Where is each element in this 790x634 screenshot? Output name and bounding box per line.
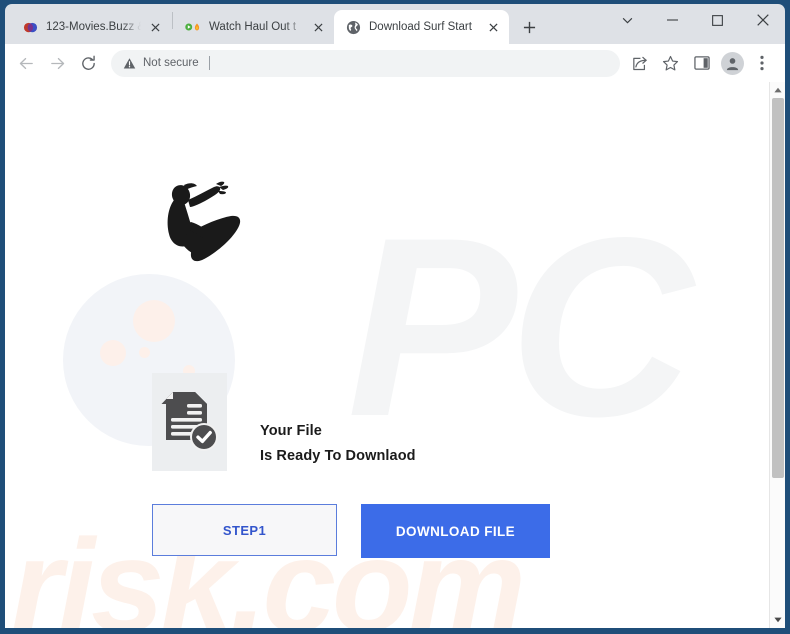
- surfer-silhouette-logo-icon: [148, 174, 253, 272]
- not-secure-label: Not secure: [143, 57, 199, 69]
- window-controls: [605, 4, 785, 44]
- step1-button[interactable]: STEP1: [152, 504, 337, 556]
- decorative-dot: [100, 340, 126, 366]
- browser-tab-watch-haul-out[interactable]: Watch Haul Out t: [174, 10, 334, 44]
- address-input-caret: [208, 56, 210, 70]
- tab-search-chevron-down-icon[interactable]: [605, 4, 650, 36]
- browser-window: 123-Movies.Buzz & 1 Watch Haul Out t: [0, 0, 790, 634]
- browser-toolbar: Not secure: [5, 44, 785, 82]
- three-dot-menu-icon[interactable]: [747, 49, 776, 78]
- tab-title: 123-Movies.Buzz & 1: [46, 21, 141, 33]
- download-file-button[interactable]: DOWNLOAD FILE: [361, 504, 550, 558]
- tab-close-icon[interactable]: [310, 19, 327, 36]
- page-viewport: PC risk.com Your File Is Ready To Downla…: [5, 82, 785, 628]
- play-flame-favicon: [185, 19, 201, 35]
- scrollbar-track[interactable]: [770, 98, 786, 612]
- tab-close-icon[interactable]: [147, 19, 164, 36]
- close-window-button[interactable]: [740, 4, 785, 36]
- scroll-down-arrow-icon[interactable]: [770, 612, 786, 628]
- share-icon[interactable]: [625, 49, 654, 78]
- star-bookmark-icon[interactable]: [656, 49, 685, 78]
- movies-favicon: [22, 19, 38, 35]
- ready-headline: Your File Is Ready To Downlaod: [260, 419, 416, 469]
- minimize-button[interactable]: [650, 4, 695, 36]
- decorative-dot: [139, 347, 150, 358]
- headline-line-2: Is Ready To Downlaod: [260, 448, 416, 464]
- page-scrollbar[interactable]: [769, 82, 785, 628]
- headline-line-1: Your File: [260, 423, 322, 439]
- side-panel-icon[interactable]: [687, 49, 716, 78]
- magnifier-watermark-handle: [76, 357, 163, 449]
- toolbar-right-group: [625, 49, 778, 78]
- new-tab-button[interactable]: [515, 13, 543, 41]
- cta-button-row: STEP1 DOWNLOAD FILE: [152, 504, 550, 558]
- scrollbar-thumb[interactable]: [771, 98, 784, 479]
- maximize-button[interactable]: [695, 4, 740, 36]
- tab-title: Download Surf Start: [369, 21, 472, 33]
- address-bar[interactable]: Not secure: [111, 49, 620, 77]
- globe-favicon: [345, 19, 361, 35]
- tab-close-icon[interactable]: [485, 19, 502, 36]
- watermark-pc: PC: [347, 185, 693, 470]
- scroll-up-arrow-icon[interactable]: [770, 82, 786, 98]
- warning-triangle-icon: [123, 57, 136, 70]
- tab-separator: [172, 11, 173, 29]
- back-arrow-icon[interactable]: [12, 49, 41, 78]
- browser-tab-123movies[interactable]: 123-Movies.Buzz & 1: [11, 10, 171, 44]
- profile-avatar-icon[interactable]: [721, 51, 744, 75]
- forward-arrow-icon[interactable]: [43, 49, 72, 78]
- page-content: PC risk.com Your File Is Ready To Downla…: [5, 82, 769, 628]
- reload-icon[interactable]: [74, 49, 103, 78]
- browser-tab-download-surf-start[interactable]: Download Surf Start: [334, 10, 509, 44]
- tab-title: Watch Haul Out t: [209, 21, 297, 33]
- decorative-dot: [133, 300, 175, 342]
- tab-strip: 123-Movies.Buzz & 1 Watch Haul Out t: [5, 4, 785, 44]
- document-check-icon: [152, 373, 227, 471]
